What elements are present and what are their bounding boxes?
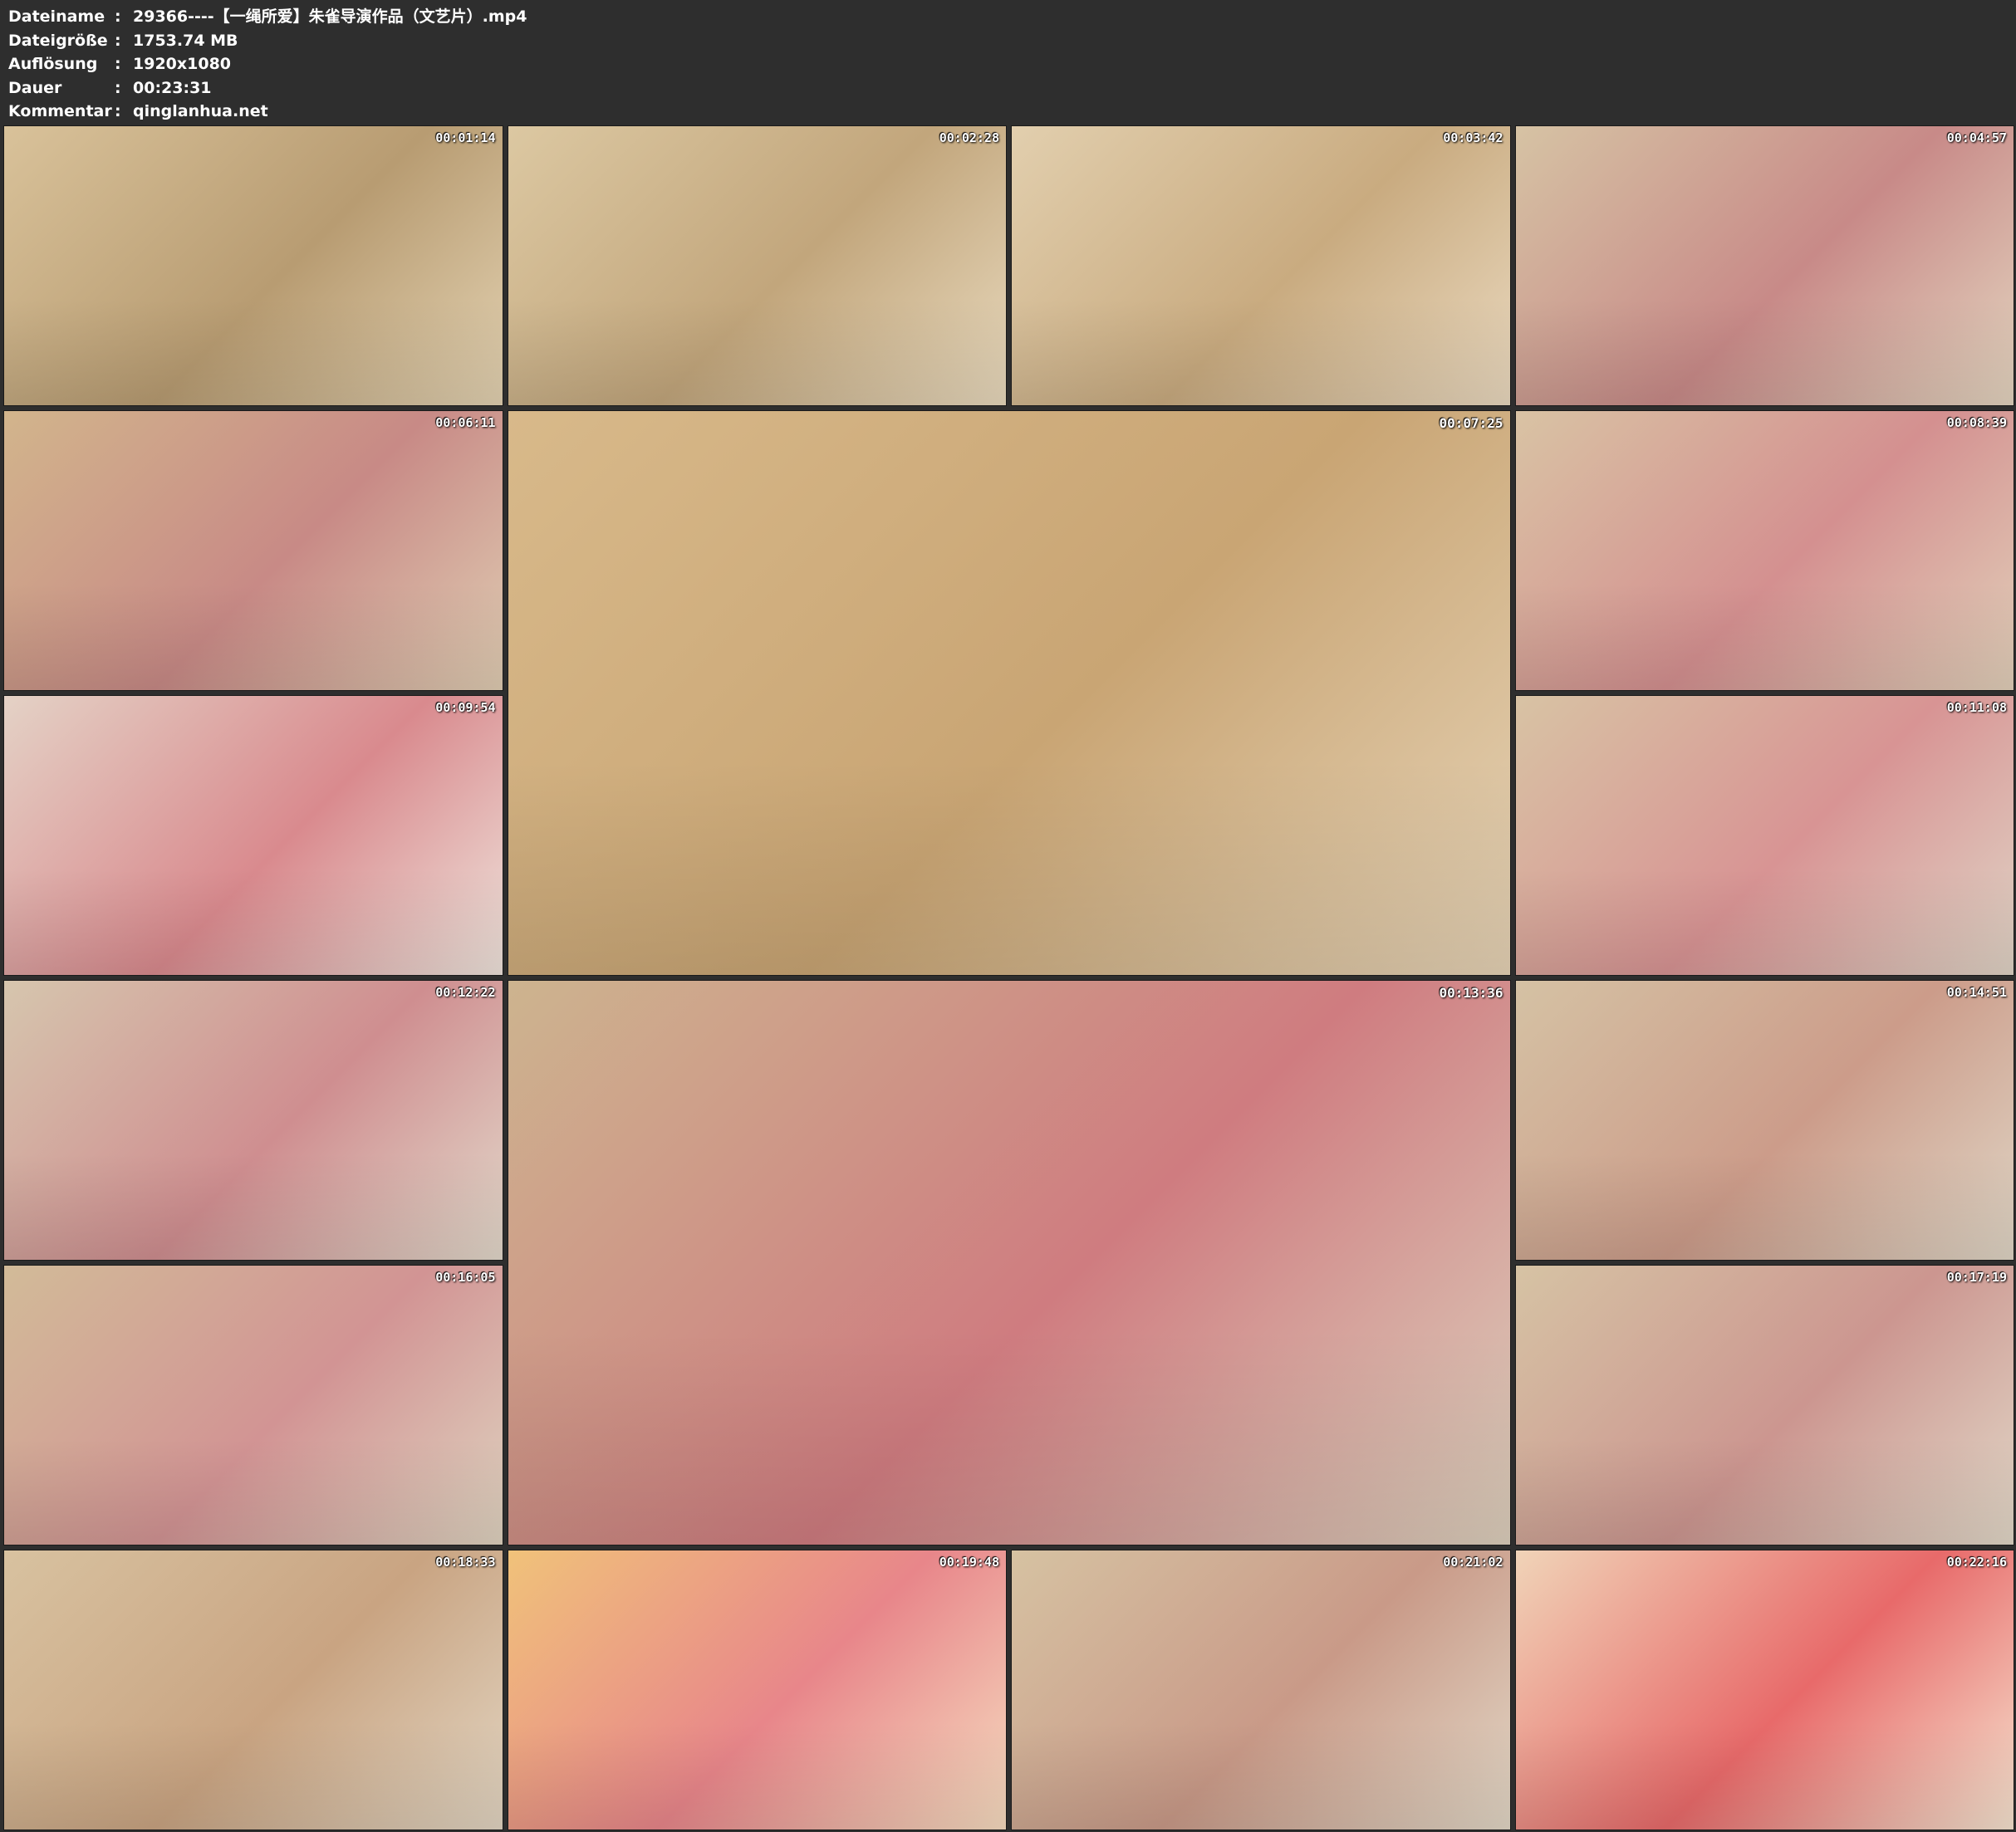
thumbnail-floor-shade: [1515, 584, 2014, 690]
thumbnail-timestamp: 00:07:25: [1439, 415, 1503, 431]
info-label: Dateiname: [8, 7, 105, 26]
thumbnail-floor-shade: [508, 299, 1006, 405]
thumbnail-floor-shade: [1515, 299, 2014, 405]
thumbnail-timestamp: 00:09:54: [435, 700, 496, 715]
thumbnail-floor-shade: [4, 1154, 503, 1260]
info-separator: :: [115, 102, 121, 120]
video-thumbnail: 00:04:57: [1514, 125, 2014, 406]
video-thumbnail: 00:16:05: [3, 1265, 503, 1545]
info-label: Dauer: [8, 78, 62, 97]
thumbnail-timestamp: 00:16:05: [435, 1270, 496, 1285]
thumbnail-timestamp: 00:18:33: [435, 1555, 496, 1570]
thumbnail-floor-shade: [4, 1438, 503, 1545]
info-value: qinglanhua.net: [133, 102, 268, 120]
info-value: 1920x1080: [133, 55, 232, 73]
thumbnail-floor-shade: [1012, 299, 1510, 405]
thumbnail-timestamp: 00:02:28: [939, 130, 999, 145]
video-thumbnail: 00:13:36: [507, 980, 1511, 1545]
thumbnail-timestamp: 00:11:08: [1946, 700, 2007, 715]
thumbnail-timestamp: 00:21:02: [1443, 1555, 1503, 1570]
thumbnail-floor-shade: [1012, 1723, 1510, 1830]
thumbnail-grid: 00:01:14 00:02:28 00:03:42 00:04:57 00:06:11…: [3, 125, 2014, 1830]
video-thumbnail: 00:21:02: [1011, 1550, 1511, 1830]
info-row-dateiname: Dateiname:29366----【一绳所爱】朱雀导演作品（文艺片）.mp4: [8, 5, 527, 29]
thumbnail-timestamp: 00:13:36: [1439, 985, 1503, 1001]
video-thumbnail: 00:22:16: [1514, 1550, 2014, 1830]
info-separator: :: [115, 7, 121, 26]
info-row-dauer: Dauer:00:23:31: [8, 76, 527, 100]
info-value: 29366----【一绳所爱】朱雀导演作品（文艺片）.mp4: [133, 7, 527, 26]
file-info-header: Dateiname:29366----【一绳所爱】朱雀导演作品（文艺片）.mp4…: [8, 5, 527, 124]
info-row-auflösung: Auflösung:1920x1080: [8, 52, 527, 76]
thumbnail-timestamp: 00:06:11: [435, 415, 496, 430]
thumbnail-floor-shade: [4, 1723, 503, 1830]
info-label: Auflösung: [8, 55, 98, 73]
thumbnail-timestamp: 00:08:39: [1946, 415, 2007, 430]
thumbnail-timestamp: 00:12:22: [435, 985, 496, 1000]
thumbnail-floor-shade: [508, 1330, 1510, 1545]
thumbnail-timestamp: 00:14:51: [1946, 985, 2007, 1000]
video-thumbnail: 00:19:48: [507, 1550, 1007, 1830]
video-thumbnail: 00:03:42: [1011, 125, 1511, 406]
video-thumbnail: 00:07:25: [507, 410, 1511, 976]
info-value: 1753.74 MB: [133, 31, 238, 50]
info-row-dateigröße: Dateigröße:1753.74 MB: [8, 29, 527, 53]
thumbnail-floor-shade: [4, 869, 503, 975]
video-thumbnail: 00:17:19: [1514, 1265, 2014, 1545]
video-thumbnail: 00:09:54: [3, 695, 503, 976]
thumbnail-timestamp: 00:03:42: [1443, 130, 1503, 145]
thumbnail-floor-shade: [1515, 1438, 2014, 1545]
video-thumbnail: 00:12:22: [3, 980, 503, 1261]
thumbnail-timestamp: 00:01:14: [435, 130, 496, 145]
video-thumbnail: 00:08:39: [1514, 410, 2014, 691]
info-value: 00:23:31: [133, 78, 212, 97]
info-label: Kommentar: [8, 102, 112, 120]
video-thumbnail: 00:11:08: [1514, 695, 2014, 976]
video-thumbnail: 00:18:33: [3, 1550, 503, 1830]
thumbnail-timestamp: 00:19:48: [939, 1555, 999, 1570]
info-separator: :: [115, 31, 121, 50]
video-thumbnail: 00:06:11: [3, 410, 503, 691]
info-separator: :: [115, 78, 121, 97]
thumbnail-floor-shade: [1515, 1154, 2014, 1260]
info-separator: :: [115, 55, 121, 73]
thumbnail-floor-shade: [4, 299, 503, 405]
thumbnail-floor-shade: [508, 760, 1510, 975]
video-thumbnail: 00:01:14: [3, 125, 503, 406]
thumbnail-timestamp: 00:22:16: [1946, 1555, 2007, 1570]
thumbnail-floor-shade: [508, 1723, 1006, 1830]
video-thumbnail: 00:14:51: [1514, 980, 2014, 1261]
thumbnail-timestamp: 00:04:57: [1946, 130, 2007, 145]
thumbnail-floor-shade: [1515, 1723, 2014, 1830]
thumbnail-floor-shade: [4, 584, 503, 690]
thumbnail-floor-shade: [1515, 869, 2014, 975]
thumbnail-timestamp: 00:17:19: [1946, 1270, 2007, 1285]
info-row-kommentar: Kommentar: qinglanhua.net: [8, 100, 527, 124]
video-thumbnail: 00:02:28: [507, 125, 1007, 406]
info-label: Dateigröße: [8, 31, 108, 50]
